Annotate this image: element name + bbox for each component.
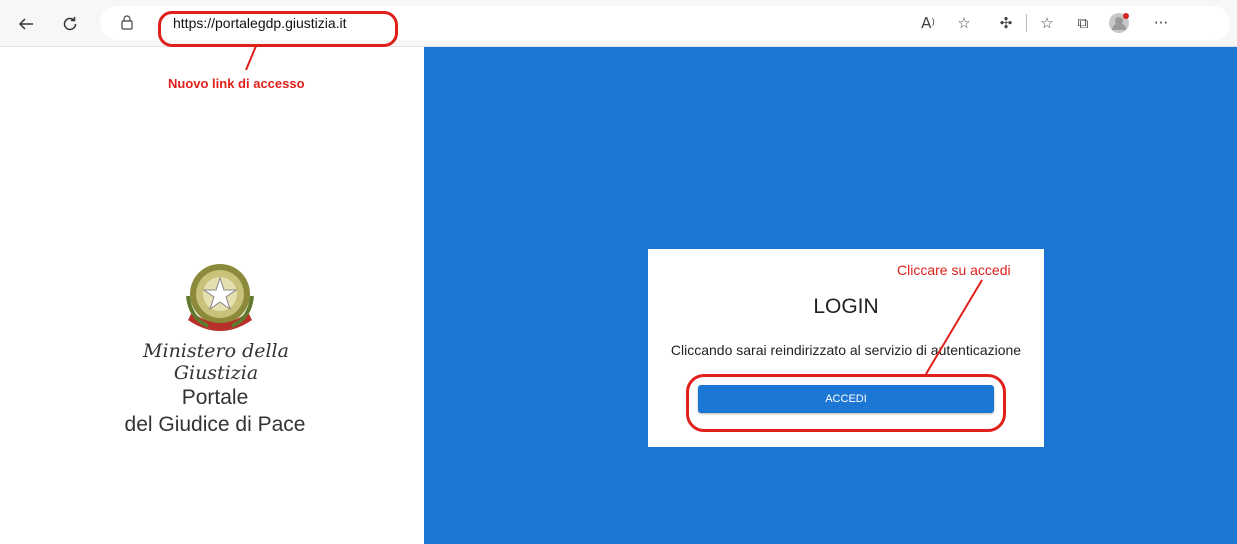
url-annotation-arrow bbox=[245, 45, 257, 71]
url-highlight-oval bbox=[158, 11, 398, 47]
portal-title: Portale del Giudice di Pace bbox=[60, 384, 370, 438]
toolbar-separator bbox=[1026, 14, 1027, 32]
ministry-name: Ministero della Giustizia bbox=[143, 340, 289, 384]
collections-icon[interactable]: ⧉ bbox=[1069, 9, 1097, 37]
extensions-icon[interactable]: ✣ bbox=[992, 9, 1020, 37]
button-highlight-oval bbox=[686, 374, 1006, 432]
button-annotation-arrow bbox=[925, 279, 983, 375]
more-icon[interactable]: ··· bbox=[1147, 9, 1175, 37]
url-annotation-text: Nuovo link di accesso bbox=[168, 76, 305, 91]
read-aloud-icon[interactable]: A) bbox=[914, 9, 942, 37]
portal-title-line1: Portale bbox=[181, 386, 249, 409]
refresh-icon[interactable] bbox=[56, 10, 84, 38]
portal-title-line2: del Giudice di Pace bbox=[124, 413, 306, 436]
add-favorite-icon[interactable]: ☆ bbox=[950, 9, 978, 37]
lock-icon[interactable] bbox=[120, 14, 134, 30]
emblem-logo bbox=[186, 264, 254, 331]
profile-avatar[interactable] bbox=[1105, 9, 1133, 37]
favorites-icon[interactable]: ☆ bbox=[1033, 9, 1061, 37]
toolbar-actions: A) ☆ ✣ ☆ ⧉ ··· bbox=[914, 8, 1175, 38]
back-icon[interactable] bbox=[12, 10, 40, 38]
button-annotation-text: Cliccare su accedi bbox=[897, 262, 1011, 278]
